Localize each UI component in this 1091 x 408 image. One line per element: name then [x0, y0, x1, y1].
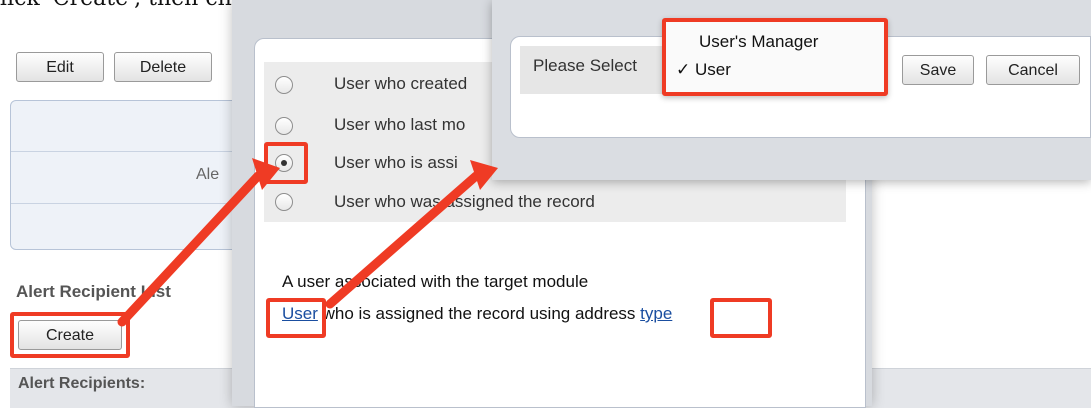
- create-highlight: [10, 312, 130, 358]
- type-link[interactable]: type: [640, 304, 672, 323]
- save-button[interactable]: Save: [902, 55, 974, 85]
- delete-button[interactable]: Delete: [114, 52, 212, 82]
- alert-recipients-label: Alert Recipients:: [18, 375, 146, 392]
- edit-button[interactable]: Edit: [16, 52, 104, 82]
- alert-panel-text: Ale: [196, 166, 220, 183]
- radio-user-last-modified[interactable]: [275, 117, 293, 135]
- check-icon: ✓: [676, 60, 691, 79]
- radio-user-was-assigned[interactable]: [275, 193, 293, 211]
- user-link-highlight: [266, 298, 326, 338]
- radio-label-user-assigned: User who is assi: [334, 153, 458, 172]
- radio-label-user-last-modified: User who last mo: [334, 115, 466, 134]
- alert-panel: [10, 100, 270, 250]
- radio-user-created[interactable]: [275, 76, 293, 94]
- dropdown-option-user[interactable]: ✓ User: [676, 60, 731, 80]
- user-select-placeholder: Please Select: [533, 56, 637, 75]
- radio-highlight: [264, 142, 308, 184]
- panel-divider: [11, 203, 269, 204]
- radio-label-user-created: User who created: [334, 74, 468, 93]
- recipient-expression: User who is assigned the record using ad…: [282, 304, 672, 324]
- dropdown-option-user-label: User: [694, 60, 731, 79]
- user-type-dropdown: User's Manager ✓ User: [662, 18, 888, 96]
- type-link-highlight: [710, 298, 772, 338]
- recipient-expression-text: who is assigned the record using address: [322, 304, 636, 323]
- radio-label-user-was-assigned: User who was assigned the record: [334, 192, 595, 211]
- panel-divider: [11, 151, 269, 152]
- cancel-button[interactable]: Cancel: [986, 55, 1080, 85]
- alert-recipient-list-title: Alert Recipient List: [16, 282, 171, 301]
- dropdown-option-users-manager[interactable]: User's Manager: [699, 32, 818, 52]
- association-description: A user associated with the target module: [282, 272, 589, 291]
